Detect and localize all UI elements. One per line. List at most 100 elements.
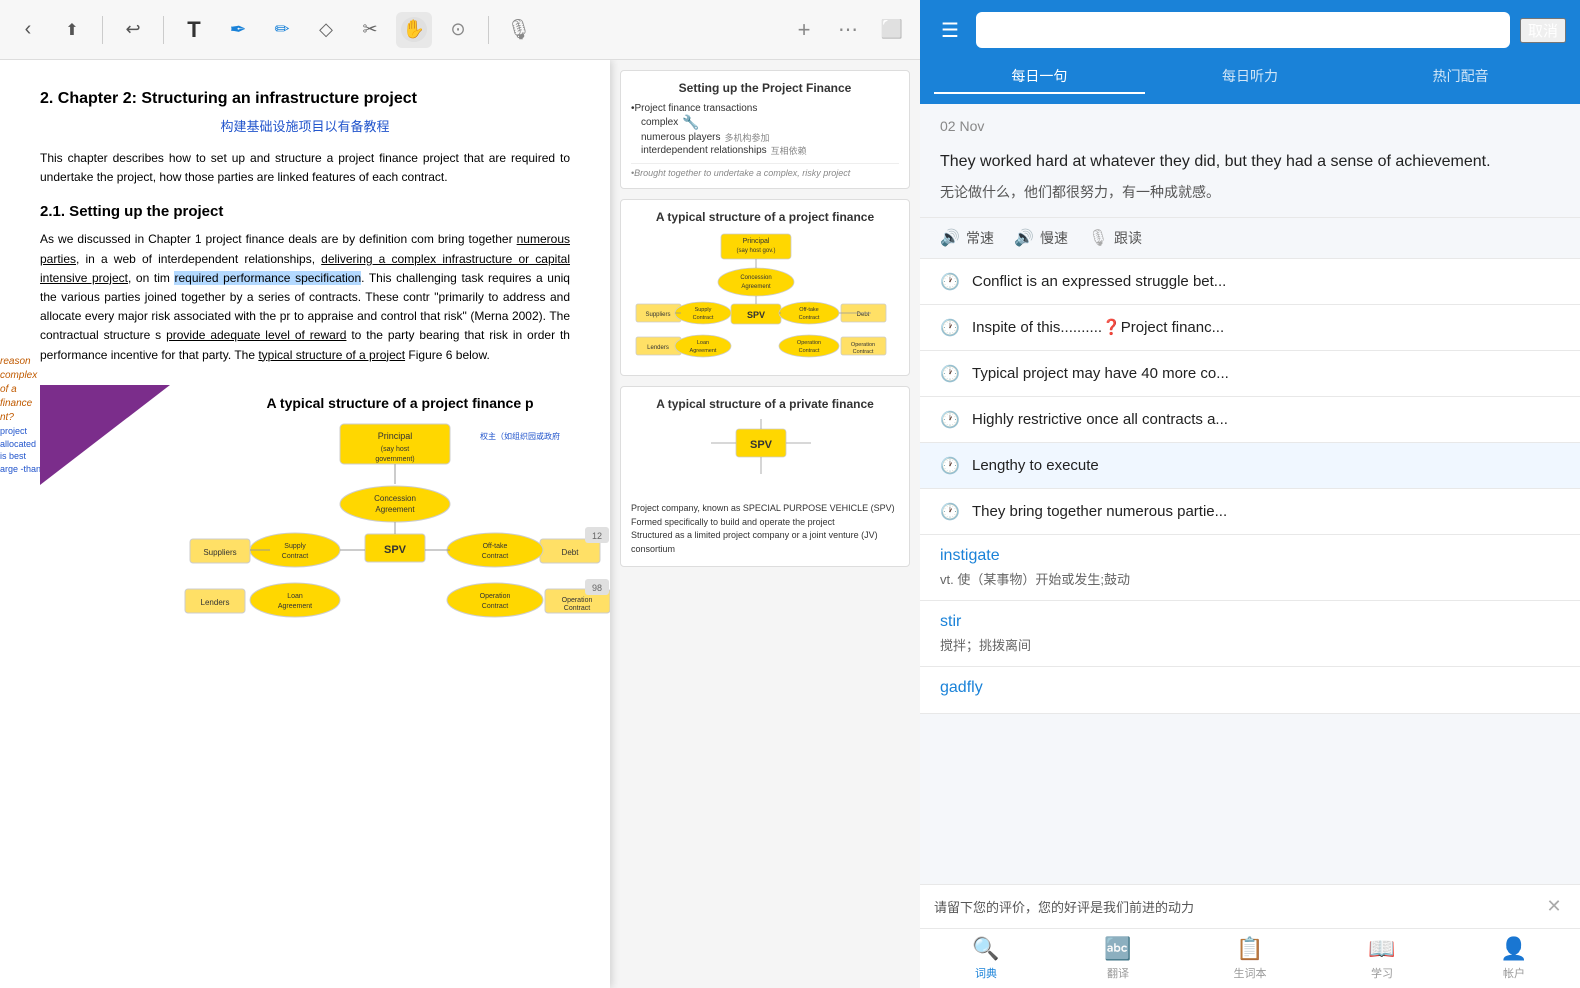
- svg-text:Contract: Contract: [482, 553, 509, 560]
- word-item-gadfly[interactable]: gadfly: [920, 667, 1580, 714]
- svg-text:government): government): [375, 456, 414, 463]
- nav-item-dict[interactable]: 🔍 词典: [920, 930, 1052, 987]
- clock-icon-4: 🕐: [940, 410, 960, 430]
- dict-header: ☰ 取消: [920, 0, 1580, 60]
- close-icon: ✕: [1546, 896, 1561, 917]
- word-item-instigate[interactable]: instigate vt. 使（某事物）开始或发生;鼓动: [920, 535, 1580, 601]
- toolbar-separator-1: [102, 16, 103, 44]
- dict-search-input[interactable]: [986, 22, 1500, 38]
- pen-tool-button[interactable]: ✒: [220, 12, 256, 48]
- svg-text:98: 98: [592, 583, 602, 593]
- chapter-title: 2. Chapter 2: Structuring an infrastruct…: [40, 90, 570, 108]
- pdf-panel: ‹ ⬆ ↩ T ✒ ✏ ◇ ✂ ✋ ⊙ 🎙: [0, 0, 920, 988]
- thumbnail-card-2[interactable]: A typical structure of a project finance…: [620, 199, 910, 376]
- back-button[interactable]: ‹: [10, 12, 46, 48]
- list-item-4[interactable]: 🕐 Highly restrictive once all contracts …: [920, 397, 1580, 443]
- text-icon: T: [187, 17, 200, 43]
- text-tool-button[interactable]: T: [176, 12, 212, 48]
- svg-text:Suppliers: Suppliers: [645, 312, 670, 318]
- thumb-desc: Project company, known as SPECIAL PURPOS…: [631, 502, 899, 556]
- hand-tool-button[interactable]: ✋: [396, 12, 432, 48]
- svg-text:(say host gov.): (say host gov.): [737, 248, 776, 254]
- svg-text:Suppliers: Suppliers: [203, 548, 236, 557]
- list-item-5-active[interactable]: 🕐 Lengthy to execute: [920, 443, 1580, 489]
- more-icon: ⋯: [838, 17, 858, 42]
- svg-text:12: 12: [592, 531, 602, 541]
- more-button[interactable]: ⋯: [830, 12, 866, 48]
- audio-normal-speed[interactable]: 🔊 常速: [940, 228, 994, 248]
- dict-main-sentence: They worked hard at whatever they did, b…: [920, 142, 1580, 218]
- svg-text:SPV: SPV: [747, 310, 765, 320]
- thumb-title-1: Setting up the Project Finance: [631, 81, 899, 95]
- thumbnail-card-3[interactable]: A typical structure of a private finance…: [620, 386, 910, 567]
- svg-text:Operation: Operation: [797, 340, 821, 346]
- highlighter-tool-button[interactable]: ✏: [264, 12, 300, 48]
- chapter-cn-annotation: 构建基础设施项目以有备教程: [220, 119, 389, 134]
- chapter-body-1: This chapter describes how to set up and…: [40, 149, 570, 187]
- add-button[interactable]: +: [786, 12, 822, 48]
- nav-item-notes[interactable]: 📋 生词本: [1184, 930, 1316, 987]
- pdf-content-area: 2. Chapter 2: Structuring an infrastruct…: [0, 60, 920, 988]
- list-item-3[interactable]: 🕐 Typical project may have 40 more co...: [920, 351, 1580, 397]
- svg-text:Contract: Contract: [482, 603, 509, 610]
- svg-text:Contract: Contract: [282, 553, 309, 560]
- pdf-diagram-section: A typical structure of a project finance…: [40, 385, 570, 624]
- purple-triangle: [40, 385, 170, 485]
- audio-follow-read[interactable]: 🎙 跟读: [1088, 228, 1142, 248]
- lasso-tool-button[interactable]: ⊙: [440, 12, 476, 48]
- clock-icon-3: 🕐: [940, 364, 960, 384]
- study-icon: 📖: [1368, 936, 1395, 962]
- nav-item-study[interactable]: 📖 学习: [1316, 930, 1448, 987]
- toolbar-separator-2: [163, 16, 164, 44]
- list-item-2[interactable]: 🕐 Inspite of this..........❓Project fina…: [920, 305, 1580, 351]
- tab-daily-sentence[interactable]: 每日一句: [934, 60, 1145, 94]
- nav-item-profile[interactable]: 👤 帐户: [1448, 930, 1580, 987]
- word-en-instigate: instigate: [940, 547, 1560, 565]
- thumbnail-card-1[interactable]: Setting up the Project Finance •Project …: [620, 70, 910, 189]
- dict-menu-button[interactable]: ☰: [934, 14, 966, 46]
- tab-hot-dub[interactable]: 热门配音: [1355, 60, 1566, 94]
- word-cn-stir: 搅拌；挑拨离间: [940, 635, 1560, 654]
- svg-text:Operation: Operation: [562, 597, 593, 604]
- list-item-6[interactable]: 🕐 They bring together numerous partie...: [920, 489, 1580, 535]
- svg-text:Concession: Concession: [374, 494, 416, 503]
- translate-icon: 🔤: [1104, 936, 1131, 962]
- eraser-tool-button[interactable]: ◇: [308, 12, 344, 48]
- page-view-button[interactable]: ⬜: [874, 12, 910, 48]
- svg-text:Agreement: Agreement: [278, 603, 312, 610]
- nav-label-study: 学习: [1371, 965, 1393, 981]
- tab-daily-listen[interactable]: 每日听力: [1145, 60, 1356, 94]
- svg-text:Off-take: Off-take: [483, 543, 508, 550]
- svg-text:Debt: Debt: [562, 548, 580, 557]
- dict-cancel-button[interactable]: 取消: [1520, 18, 1566, 43]
- svg-text:Contract: Contract: [799, 348, 820, 354]
- speaker-icon-1: 🔊: [940, 228, 960, 248]
- svg-text:Loan: Loan: [697, 340, 709, 346]
- pdf-page[interactable]: 2. Chapter 2: Structuring an infrastruct…: [0, 60, 610, 988]
- svg-text:SPV: SPV: [384, 544, 407, 556]
- plus-icon: +: [798, 17, 811, 43]
- svg-text:Supply: Supply: [284, 543, 306, 550]
- svg-text:Agreement: Agreement: [690, 348, 717, 354]
- nav-item-translate[interactable]: 🔤 翻译: [1052, 930, 1184, 987]
- highlighter-icon: ✏: [274, 19, 289, 40]
- dict-icon: 🔍: [972, 936, 999, 962]
- eraser-icon: ◇: [319, 19, 333, 40]
- scissors-tool-button[interactable]: ✂: [352, 12, 388, 48]
- mic-icon-2: 🎙: [1088, 228, 1108, 248]
- svg-text:Contract: Contract: [564, 605, 591, 612]
- notes-icon: 📋: [1236, 936, 1263, 962]
- share-button[interactable]: ⬆: [54, 12, 90, 48]
- project-finance-diagram: Principal (say host government) 权主（如组织园或…: [180, 419, 610, 619]
- profile-icon: 👤: [1500, 936, 1527, 962]
- list-item-1[interactable]: 🕐 Conflict is an expressed struggle bet.…: [920, 259, 1580, 305]
- feedback-close-button[interactable]: ✕: [1542, 895, 1566, 919]
- svg-text:Lenders: Lenders: [201, 598, 230, 607]
- clock-icon-5: 🕐: [940, 456, 960, 476]
- undo-button[interactable]: ↩: [115, 12, 151, 48]
- svg-text:Agreement: Agreement: [741, 284, 771, 290]
- audio-slow-speed[interactable]: 🔊 慢速: [1014, 228, 1068, 248]
- mic-button[interactable]: 🎙: [501, 12, 537, 48]
- chapter-subtitle-cn: 构建基础设施项目以有备教程: [40, 116, 570, 135]
- word-item-stir[interactable]: stir 搅拌；挑拨离间: [920, 601, 1580, 667]
